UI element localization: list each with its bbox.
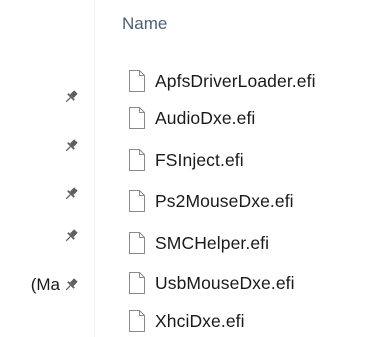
quick-access-item[interactable]	[0, 184, 80, 204]
file-icon	[126, 309, 148, 333]
file-name: FSInject.efi	[155, 149, 244, 170]
file-item[interactable]: SMCHelper.efi	[122, 228, 373, 258]
file-icon	[126, 231, 148, 255]
file-item[interactable]: Ps2MouseDxe.efi	[122, 186, 373, 216]
pane-divider	[94, 0, 95, 337]
file-icon	[126, 189, 148, 213]
file-name: UsbMouseDxe.efi	[155, 272, 295, 293]
file-item[interactable]: FSInject.efi	[122, 145, 373, 175]
file-explorer: (Ma Name ApfsDriverLoader.efi AudioDxe.e…	[0, 0, 373, 337]
file-item[interactable]: ApfsDriverLoader.efi	[122, 66, 373, 96]
quick-access-item[interactable]	[0, 226, 80, 246]
quick-access-item[interactable]	[0, 87, 80, 107]
pin-icon	[62, 88, 80, 106]
file-name: ApfsDriverLoader.efi	[155, 70, 316, 91]
file-name: AudioDxe.efi	[155, 107, 256, 128]
file-icon	[126, 148, 148, 172]
quick-access-item[interactable]: (Ma	[0, 275, 80, 295]
quick-access-label: (Ma	[30, 275, 60, 294]
file-list: ApfsDriverLoader.efi AudioDxe.efi FSInje…	[122, 0, 373, 337]
file-name: Ps2MouseDxe.efi	[155, 190, 294, 211]
quick-access-item[interactable]	[0, 136, 80, 156]
pin-icon	[62, 137, 80, 155]
pin-icon	[62, 227, 80, 245]
pin-icon	[62, 276, 80, 294]
pin-icon	[62, 185, 80, 203]
quick-access-pane: (Ma	[0, 0, 94, 337]
file-item[interactable]: UsbMouseDxe.efi	[122, 268, 373, 298]
file-icon	[126, 271, 148, 295]
file-icon	[126, 69, 148, 93]
file-item[interactable]: XhciDxe.efi	[122, 306, 373, 336]
file-name: SMCHelper.efi	[155, 232, 270, 253]
file-item[interactable]: AudioDxe.efi	[122, 103, 373, 133]
file-icon	[126, 106, 148, 130]
file-name: XhciDxe.efi	[155, 310, 245, 331]
